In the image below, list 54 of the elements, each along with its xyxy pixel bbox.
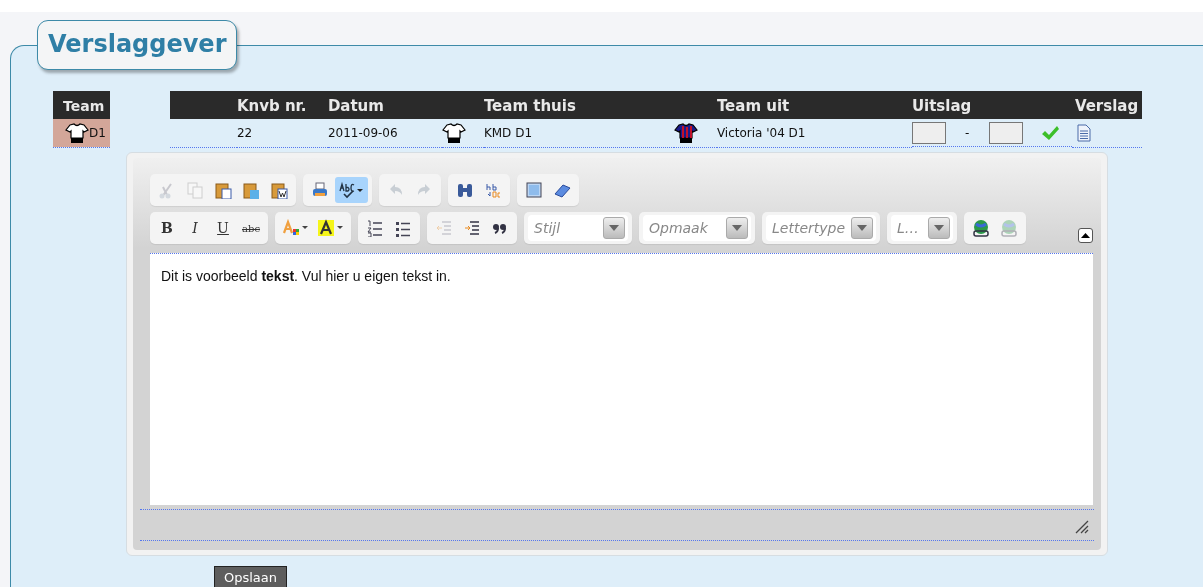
knvb-number: 22 (236, 125, 253, 140)
column-header: Uitslag (911, 96, 972, 115)
binoculars-icon[interactable] (456, 181, 474, 199)
score-separator: - (964, 124, 970, 142)
indent-icon[interactable] (463, 219, 481, 237)
paste-icon[interactable] (214, 181, 232, 199)
away-team: Victoria '04 D1 (716, 125, 806, 140)
caret-icon (934, 225, 944, 231)
format-button[interactable]: U (210, 215, 236, 241)
paste-word-icon[interactable] (270, 181, 288, 199)
numbered-list-icon[interactable] (366, 219, 384, 237)
bullet-list-icon[interactable] (394, 219, 412, 237)
team-cell[interactable]: D1 (53, 119, 110, 147)
eraser-icon[interactable] (553, 181, 571, 199)
team-label: D1 (89, 125, 106, 140)
column-header: Team thuis (483, 96, 576, 115)
column-header: Team (53, 91, 110, 119)
text-editor[interactable]: Dit is voorbeeld tekst. Vul hier u eigen tekst in. (150, 252, 1093, 505)
printer-icon[interactable] (311, 181, 329, 199)
style-dropdown[interactable]: L… (891, 215, 953, 241)
column-header: Datum (327, 96, 384, 115)
caret-icon (609, 225, 619, 231)
caret-icon (857, 225, 867, 231)
document-icon[interactable] (1076, 124, 1091, 142)
match-date: 2011-09-06 (327, 125, 398, 140)
format-button[interactable]: abc (238, 215, 264, 241)
panel-title: Verslaggever (37, 20, 238, 70)
background-color-icon[interactable] (317, 219, 344, 237)
editor-text: Dit is voorbeeld tekst. Vul hier u eigen tekst in. (161, 266, 452, 286)
save-button[interactable]: Opslaan (214, 565, 288, 587)
format-button[interactable]: I (182, 215, 208, 241)
style-dropdown[interactable]: Opmaak (643, 215, 751, 241)
striped-shirt-icon (673, 122, 698, 143)
column-header: Knvb nr. (236, 96, 307, 115)
style-dropdown[interactable]: Lettertype (766, 215, 876, 241)
shirt-icon (65, 122, 89, 143)
caret-icon (732, 225, 742, 231)
text-color-icon[interactable] (282, 219, 309, 237)
format-button[interactable]: B (154, 215, 180, 241)
link-icon[interactable] (972, 219, 990, 237)
score-field[interactable] (989, 121, 1024, 144)
replace-icon[interactable] (484, 181, 502, 199)
collapse-button[interactable] (1078, 227, 1093, 243)
style-dropdown[interactable]: Stijl (528, 215, 628, 241)
paste-text-icon[interactable] (242, 181, 260, 199)
shirt-icon (441, 122, 466, 143)
select-all-icon[interactable] (525, 181, 543, 199)
column-header: Team uit (716, 96, 790, 115)
triangle-icon (1081, 232, 1090, 238)
column-header: Verslag (1074, 96, 1139, 115)
home-team: KMD D1 (483, 125, 533, 140)
spellcheck-icon[interactable] (338, 181, 365, 199)
score-field[interactable] (911, 121, 946, 144)
resize-handle-icon[interactable] (1075, 519, 1089, 534)
